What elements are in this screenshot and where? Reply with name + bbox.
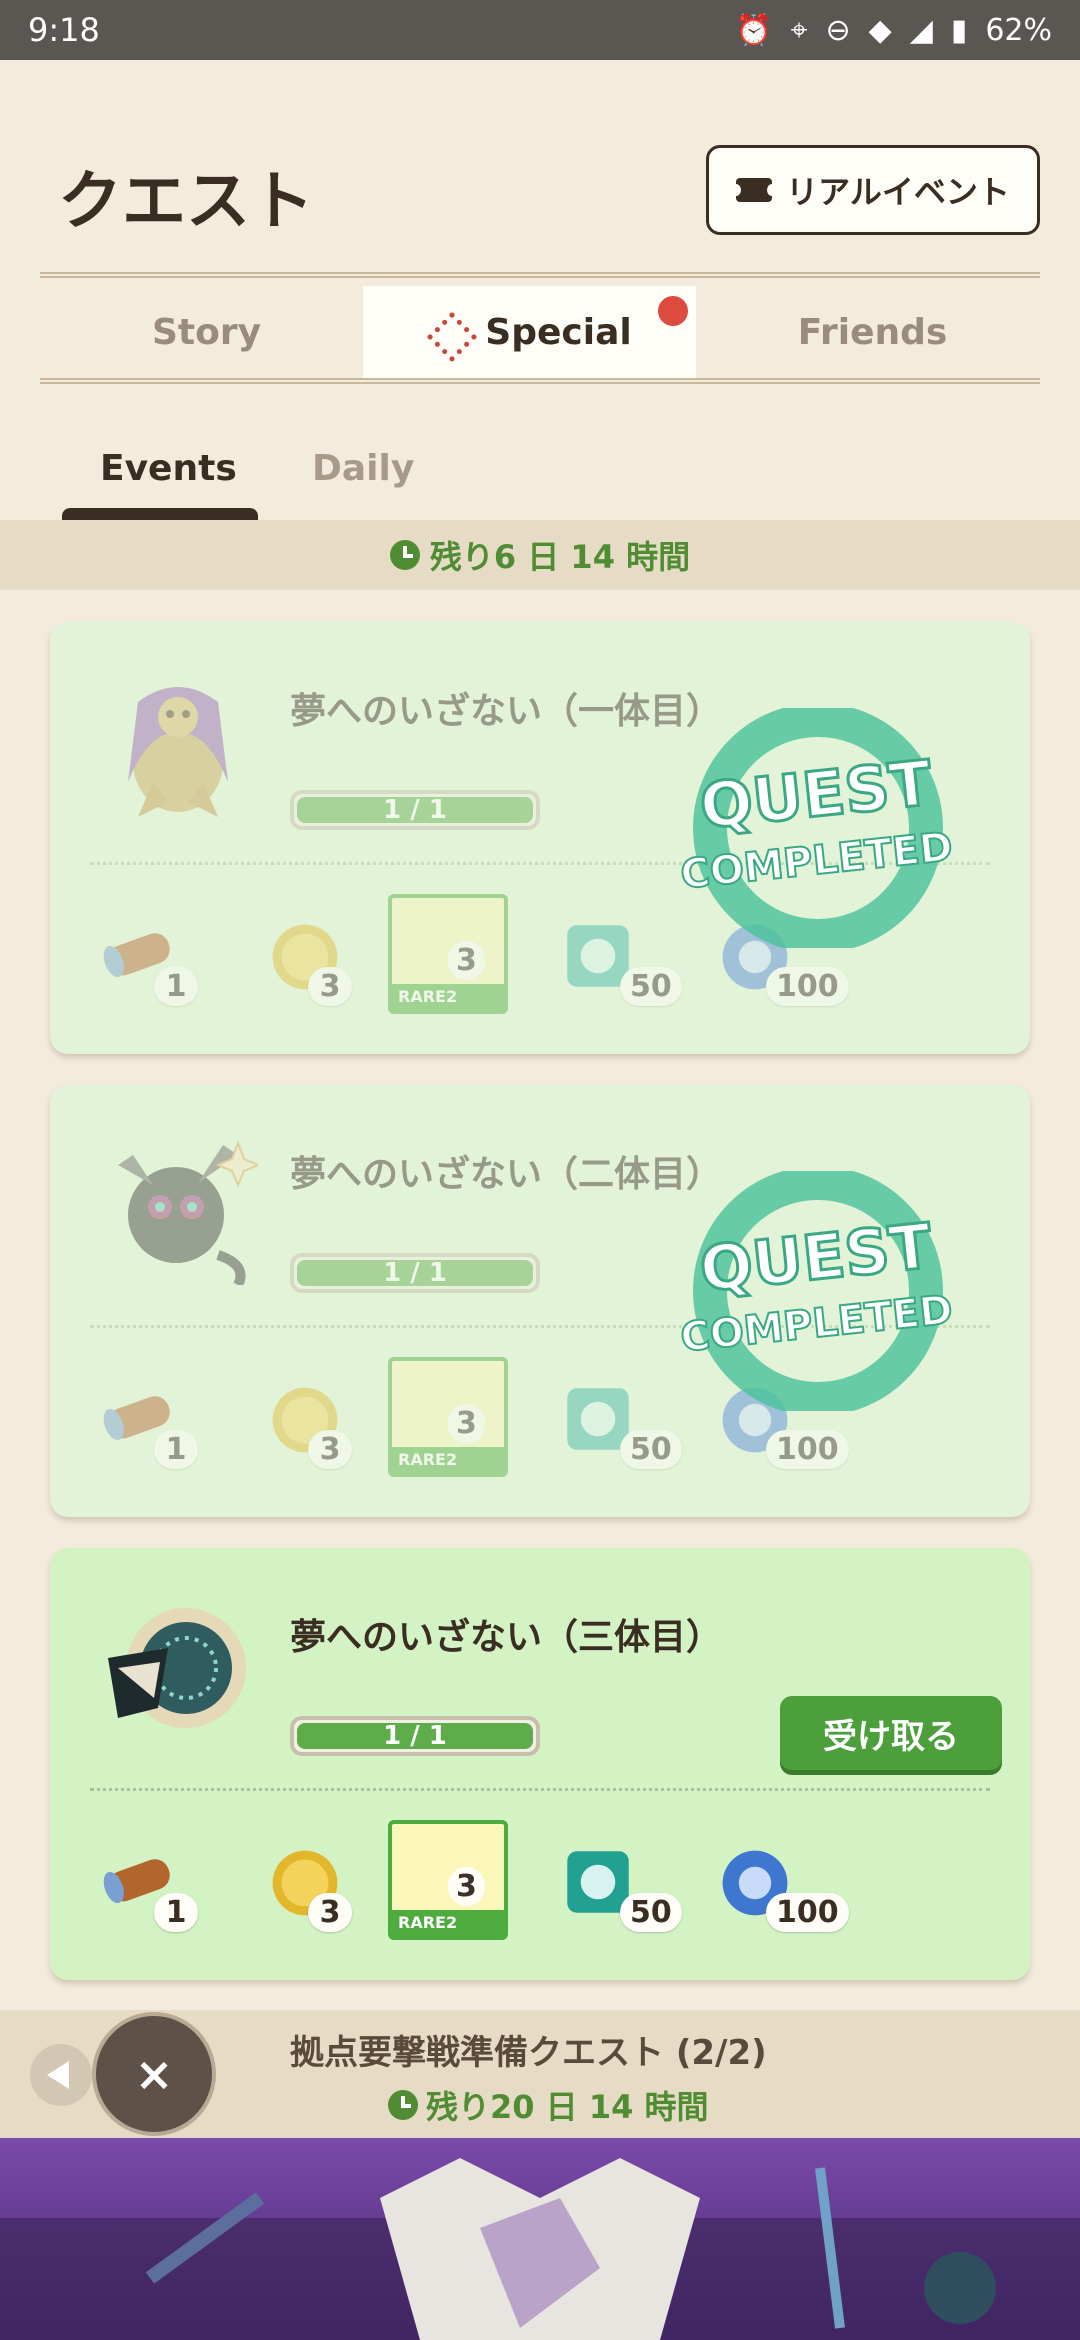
status-time: 9:18 (28, 11, 100, 49)
reward-count: 3 (308, 967, 352, 1006)
reward-item[interactable]: 1 (94, 1365, 214, 1475)
real-event-label: リアルイベント (786, 173, 1010, 211)
quest-completed-stamp: QUEST COMPLETED (677, 1171, 956, 1411)
quest-card[interactable]: 夢へのいざない（三体目） 1 / 1 受け取る 1 3 3 RARE2 50 1… (50, 1548, 1030, 1980)
rare-label: RARE2 (392, 1447, 504, 1473)
quest-title: 夢へのいざない（三体目） (290, 1617, 723, 1658)
clock-icon (389, 540, 420, 570)
rare-scroll-reward[interactable]: 3 RARE2 (388, 1820, 508, 1940)
wifi-icon: ◆ (868, 12, 892, 48)
rare-scroll-reward[interactable]: 3 RARE2 (388, 894, 508, 1014)
reward-count: 50 (620, 1893, 682, 1932)
quest-progress-bar: 1 / 1 (290, 1716, 540, 1756)
bottom-quest-title: 拠点要撃戦準備クエスト (2/2) (290, 2033, 767, 2073)
reward-count: 3 (308, 1893, 352, 1932)
reward-count: 100 (766, 967, 849, 1006)
reward-item[interactable]: 3 (260, 1365, 380, 1475)
tab-story[interactable]: Story (40, 286, 373, 378)
tab-special[interactable]: Special (363, 286, 696, 378)
reward-count: 50 (620, 1430, 682, 1469)
reward-count: 3 (448, 941, 485, 980)
tab-friends[interactable]: Friends (706, 286, 1039, 378)
signal-icon: ◢ (909, 12, 933, 48)
quest-title: 夢へのいざない（二体目） (290, 1154, 723, 1195)
reward-count: 3 (308, 1430, 352, 1469)
page-title: クエスト (58, 165, 314, 239)
alarm-icon: ⏰ (735, 12, 773, 48)
quest-progress-text: 1 / 1 (297, 1721, 533, 1751)
card-divider (90, 1788, 990, 1791)
bottom-time-remaining: 残り20 日 14 時間 (388, 2082, 709, 2128)
dnd-icon: ⊖ (825, 12, 851, 48)
close-button[interactable]: × (92, 2012, 216, 2136)
reward-count: 100 (766, 1893, 849, 1932)
tab-story-label: Story (151, 311, 262, 353)
time-remaining-banner: 残り6 日 14 時間 (0, 520, 1080, 590)
status-bar: 9:18 ⏰ ⌖ ⊖ ◆ ◢ ▮ 62% (0, 0, 1080, 60)
claim-reward-button[interactable]: 受け取る (780, 1696, 1002, 1770)
quest-card[interactable]: 夢へのいざない（二体目） 1 / 1 1 3 3 RARE2 50 100 QU… (50, 1085, 1030, 1517)
time-remaining-text: 残り6 日 14 時間 (429, 538, 691, 576)
notification-dot (658, 296, 688, 326)
tab-special-label: Special (485, 311, 632, 353)
bottom-time-text: 残り20 日 14 時間 (426, 2088, 709, 2126)
main-tab-bar: Story Special Friends (40, 272, 1040, 384)
quest-card[interactable]: 夢へのいざない（一体目） 1 / 1 1 3 3 RARE2 50 100 QU… (50, 622, 1030, 1054)
real-event-button[interactable]: リアルイベント (706, 145, 1040, 235)
quest-completed-stamp: QUEST COMPLETED (677, 708, 956, 948)
reward-count: 3 (448, 1404, 485, 1443)
event-banner[interactable] (0, 2138, 1080, 2340)
reward-item[interactable]: 3 (260, 1828, 380, 1938)
subtab-indicator (62, 508, 258, 520)
subtab-events[interactable]: Events (100, 448, 237, 489)
reward-count: 3 (448, 1867, 485, 1906)
battery-icon: ▮ (950, 12, 968, 48)
monster-portrait-icon (128, 687, 228, 817)
quest-title: 夢へのいざない（一体目） (290, 691, 723, 732)
reward-count: 1 (154, 1430, 198, 1469)
quest-progress-bar: 1 / 1 (290, 790, 540, 830)
quest-progress-bar: 1 / 1 (290, 1253, 540, 1293)
reward-item[interactable]: 1 (94, 902, 214, 1012)
reward-item[interactable]: 50 (550, 1828, 700, 1938)
back-arrow-button[interactable] (30, 2044, 92, 2106)
quest-progress-text: 1 / 1 (297, 795, 533, 825)
reward-count: 50 (620, 967, 682, 1006)
subtab-daily[interactable]: Daily (312, 448, 414, 489)
tab-friends-label: Friends (797, 311, 948, 353)
reward-item[interactable]: 100 (710, 1828, 880, 1938)
rare-label: RARE2 (392, 1910, 504, 1936)
monster-portrait-icon (118, 1140, 258, 1285)
monster-portrait-icon (108, 1608, 246, 1728)
reward-item[interactable]: 1 (94, 1828, 214, 1938)
location-icon: ⌖ (790, 12, 808, 48)
reward-count: 1 (154, 1893, 198, 1932)
reward-count: 100 (766, 1430, 849, 1469)
status-icons: ⏰ ⌖ ⊖ ◆ ◢ ▮ 62% (735, 13, 1052, 48)
rare-scroll-reward[interactable]: 3 RARE2 (388, 1357, 508, 1477)
reward-count: 1 (154, 967, 198, 1006)
rare-label: RARE2 (392, 984, 504, 1010)
ticket-icon (731, 178, 778, 202)
special-icon (427, 312, 467, 352)
banner-artwork-icon (0, 2158, 1080, 2340)
quest-progress-text: 1 / 1 (297, 1258, 533, 1288)
battery-percent: 62% (985, 12, 1052, 48)
clock-icon (388, 2090, 418, 2120)
reward-item[interactable]: 3 (260, 902, 380, 1012)
